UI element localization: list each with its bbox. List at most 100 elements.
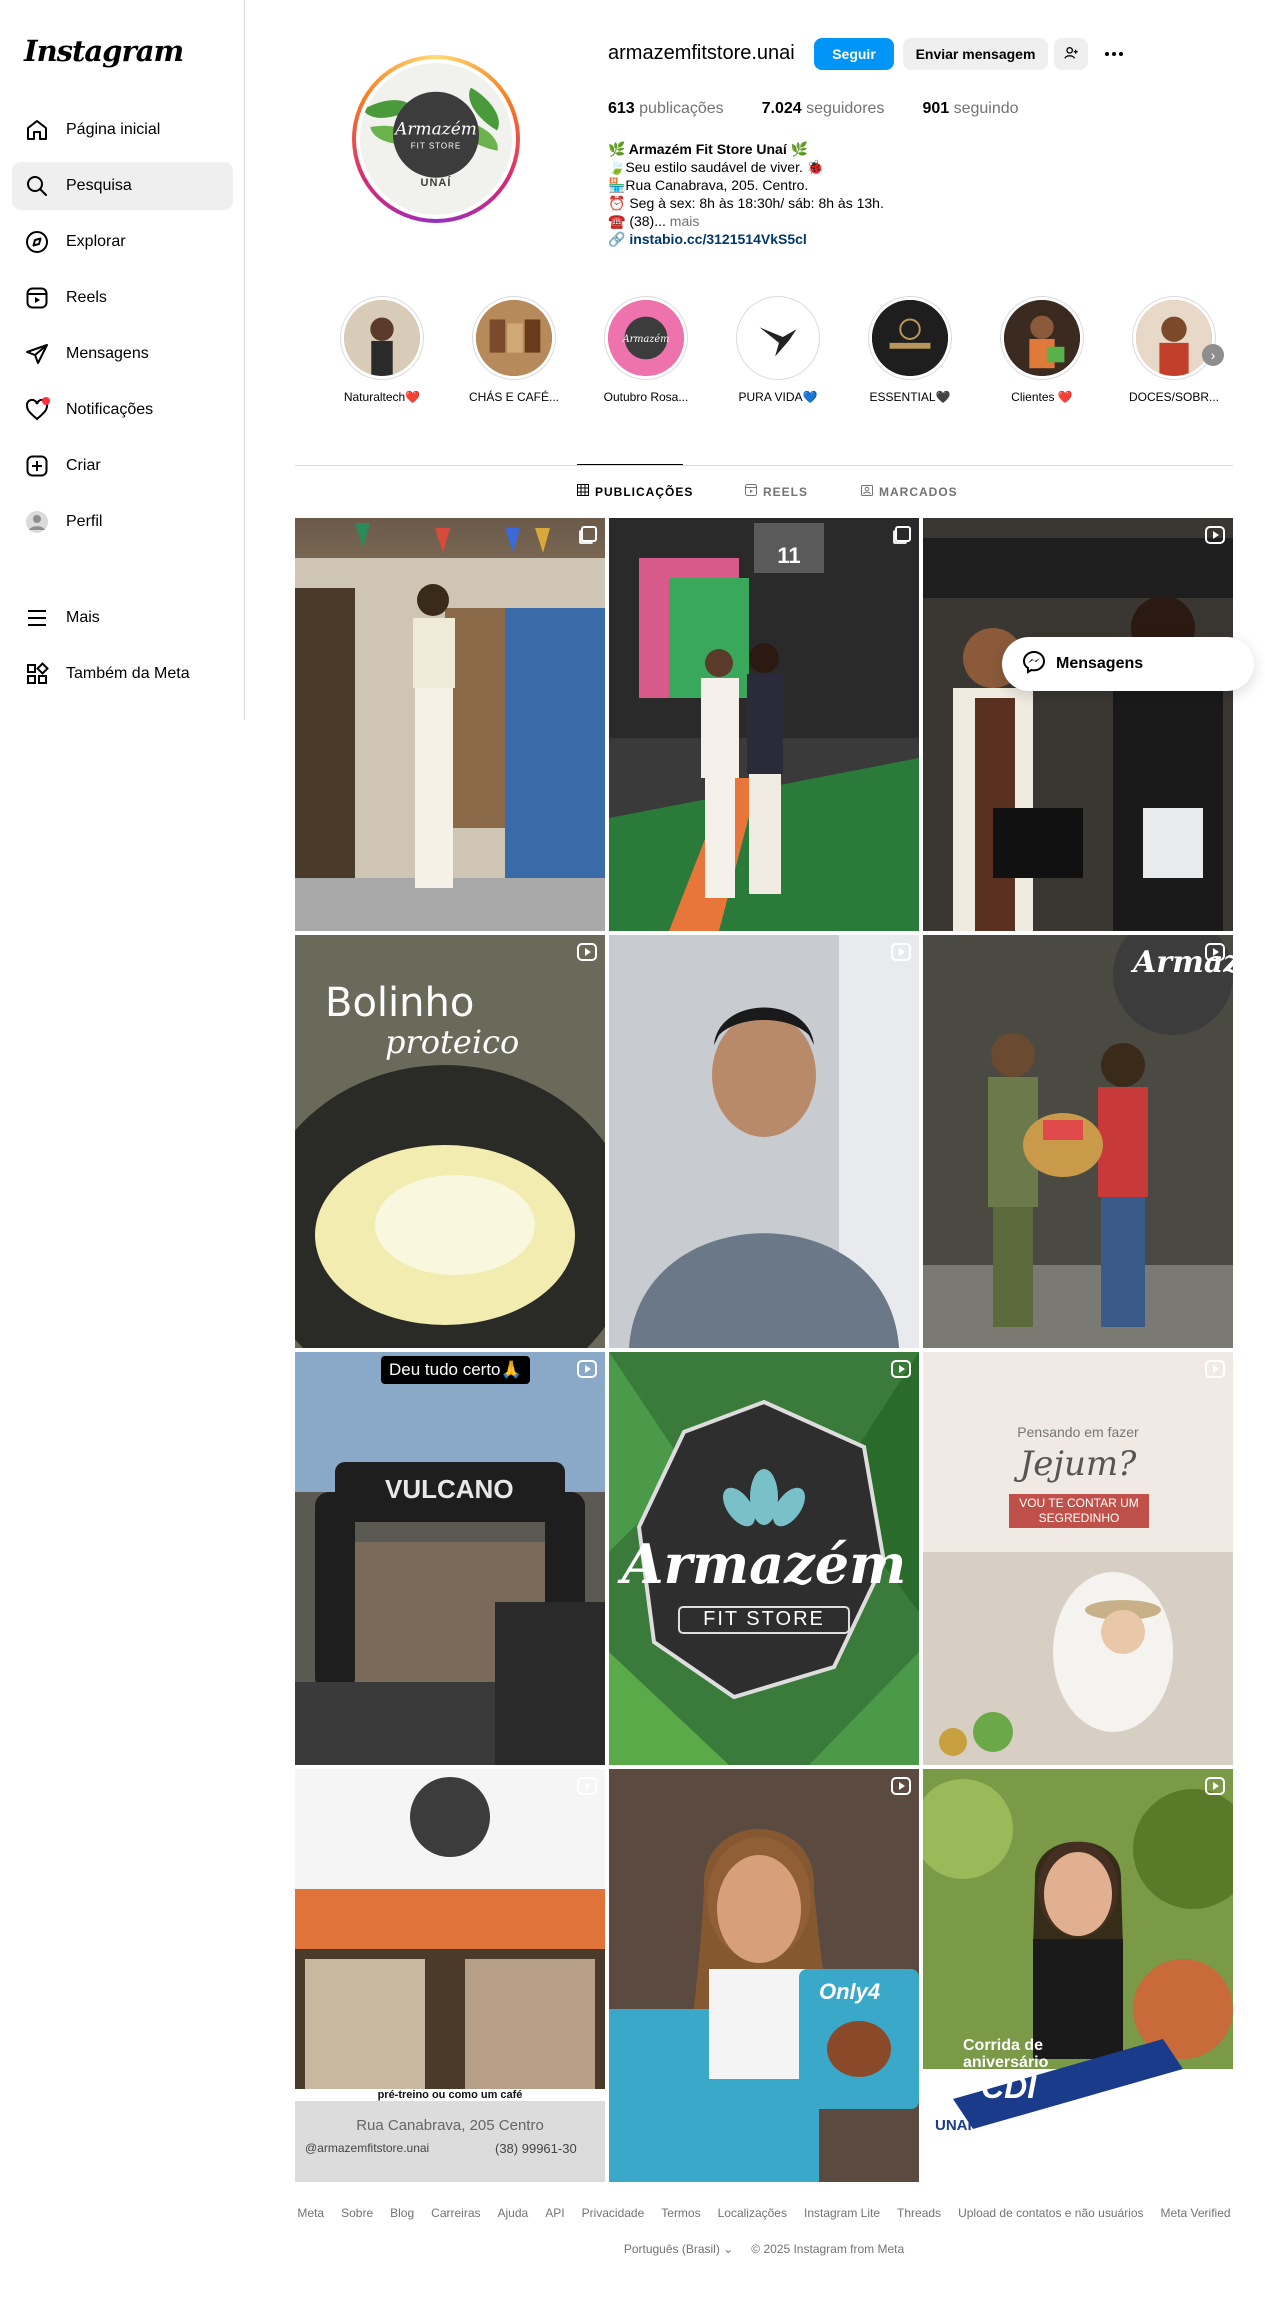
reels-icon	[745, 484, 757, 499]
sidebar-item-also-from-meta[interactable]: Também da Meta	[12, 650, 233, 698]
reel-icon	[1205, 1777, 1225, 1795]
post-thumbnail[interactable]: 11	[609, 518, 919, 931]
post-thumbnail[interactable]: Bolinho proteico	[295, 935, 605, 1348]
options-icon[interactable]	[1102, 42, 1126, 66]
footer-link[interactable]: API	[545, 2206, 564, 2220]
sidebar-item-search[interactable]: Pesquisa	[12, 162, 233, 210]
post-thumbnail[interactable]	[295, 518, 605, 931]
sidebar: Instagram Página inicial Pesquisa Explor…	[0, 0, 245, 720]
post-overlay-address: Rua Canabrava, 205 Centro	[356, 2117, 544, 2134]
suggest-users-button[interactable]	[1054, 38, 1088, 70]
footer-link[interactable]: Meta Verified	[1161, 2206, 1231, 2220]
copyright-text: © 2025 Instagram from Meta	[751, 2242, 905, 2256]
follow-button[interactable]: Seguir	[814, 38, 894, 70]
post-thumbnail[interactable]: pré-treino ou como um café Rua Canabrava…	[295, 1769, 605, 2182]
footer-link[interactable]: Upload de contatos e não usuários	[958, 2206, 1143, 2220]
post-thumbnail[interactable]	[609, 935, 919, 1348]
store-logo: Armazém FIT STORE	[393, 91, 479, 178]
bio-line: 🏪Rua Canabrava, 205. Centro.	[608, 177, 809, 193]
sidebar-item-label: Também da Meta	[66, 665, 190, 682]
post-overlay-caption: pré-treino ou como um café	[295, 2089, 605, 2101]
send-message-button[interactable]: Enviar mensagem	[903, 38, 1048, 70]
footer-link[interactable]: Ajuda	[498, 2206, 529, 2220]
highlight-item[interactable]: Naturaltech❤️	[337, 296, 427, 404]
footer-link[interactable]: Instagram Lite	[804, 2206, 880, 2220]
instagram-logo[interactable]: Instagram	[24, 34, 184, 68]
sidebar-item-home[interactable]: Página inicial	[12, 106, 233, 154]
post-overlay-text: Pensando em fazer	[1017, 1424, 1139, 1440]
post-thumbnail[interactable]: Only4	[609, 1769, 919, 2182]
profile-avatar[interactable]: Armazém FIT STORE UNAÍ	[352, 55, 520, 223]
post-overlay-brand: CDI	[981, 2069, 1037, 2105]
followers-stat[interactable]: 7.024 seguidores	[762, 100, 885, 118]
highlight-item[interactable]: ESSENTIAL🖤	[865, 296, 955, 404]
plus-square-icon	[24, 453, 50, 479]
post-thumbnail[interactable]: Armazém	[923, 935, 1233, 1348]
sidebar-item-create[interactable]: Criar	[12, 442, 233, 490]
tab-posts[interactable]: PUBLICAÇÕES	[577, 484, 693, 499]
footer-link[interactable]: Localizações	[718, 2206, 787, 2220]
bio-line: ☎️ (38)... mais	[608, 213, 700, 229]
footer-link[interactable]: Blog	[390, 2206, 414, 2220]
profile-bio: 🌿 Armazém Fit Store Unaí 🌿 🍃Seu estilo s…	[608, 140, 1028, 248]
posts-stat[interactable]: 613 publicações	[608, 100, 724, 118]
post-overlay-tag: VOU TE CONTAR UM SEGREDINHO	[1009, 1494, 1149, 1528]
sidebar-item-explore[interactable]: Explorar	[12, 218, 233, 266]
bio-link-row[interactable]: 🔗 instabio.cc/3121514VkS5cl	[608, 230, 1028, 248]
sidebar-item-reels[interactable]: Reels	[12, 274, 233, 322]
sidebar-item-label: Perfil	[66, 513, 103, 530]
footer-link[interactable]: Privacidade	[582, 2206, 645, 2220]
carousel-icon	[895, 526, 911, 542]
post-overlay-subtitle: FIT STORE	[703, 1608, 825, 1630]
sidebar-item-messages[interactable]: Mensagens	[12, 330, 233, 378]
reel-icon	[1205, 1360, 1225, 1378]
active-tab-indicator	[577, 464, 683, 465]
footer-link[interactable]: Sobre	[341, 2206, 373, 2220]
highlight-label: ESSENTIAL🖤	[869, 390, 951, 404]
footer-link[interactable]: Threads	[897, 2206, 941, 2220]
footer-link[interactable]: Carreiras	[431, 2206, 480, 2220]
reel-icon	[1205, 526, 1225, 544]
bio-link[interactable]: instabio.cc/3121514VkS5cl	[629, 231, 806, 247]
profile-stats: 613 publicações 7.024 seguidores 901 seg…	[608, 100, 1019, 118]
post-thumbnail[interactable]: Deu tudo certo🙏 VULCANO	[295, 1352, 605, 1765]
floating-messages-button[interactable]: Mensagens	[1002, 637, 1254, 691]
post-thumbnail[interactable]: Armazém FIT STORE	[609, 1352, 919, 1765]
sidebar-item-label: Pesquisa	[66, 177, 132, 194]
highlight-label: PURA VIDA💙	[738, 390, 818, 404]
reel-icon	[577, 1777, 597, 1795]
chevron-right-icon[interactable]: ›	[1202, 344, 1224, 366]
bio-more-link[interactable]: mais	[670, 213, 700, 229]
language-selector[interactable]: Português (Brasil) ⌄	[624, 2242, 733, 2256]
reel-icon	[1205, 943, 1225, 961]
footer-meta: Português (Brasil) ⌄ © 2025 Instagram fr…	[295, 2242, 1233, 2256]
highlight-cover	[740, 300, 816, 376]
highlight-item[interactable]: PURA VIDA💙	[733, 296, 823, 404]
following-stat[interactable]: 901 seguindo	[922, 100, 1018, 118]
highlight-item[interactable]: Clientes ❤️	[997, 296, 1087, 404]
post-thumbnail[interactable]: Corrida de aniversário CDI UNAÍ	[923, 1769, 1233, 2182]
post-thumbnail[interactable]: Pensando em fazer Jejum? VOU TE CONTAR U…	[923, 1352, 1233, 1765]
post-overlay-brand: VULCANO	[385, 1474, 514, 1504]
bio-name: 🌿 Armazém Fit Store Unaí 🌿	[608, 141, 809, 157]
posts-grid: 11 Bolinho proteico Arma Deu tudo certo🙏…	[295, 518, 1233, 2182]
highlight-item[interactable]: Armazém Outubro Rosa...	[601, 296, 691, 404]
post-thumbnail[interactable]	[923, 518, 1233, 931]
reels-icon	[24, 285, 50, 311]
profile-username: armazemfitstore.unai	[608, 42, 795, 64]
highlight-label: Clientes ❤️	[1011, 390, 1073, 404]
heart-icon	[24, 397, 50, 423]
footer-links: Meta Sobre Blog Carreiras Ajuda API Priv…	[295, 2206, 1233, 2220]
tab-tagged[interactable]: MARCADOS	[861, 484, 958, 499]
sidebar-item-label: Página inicial	[66, 121, 161, 138]
sidebar-item-profile[interactable]: Perfil	[12, 498, 233, 546]
post-overlay-city: UNAÍ	[935, 2117, 972, 2134]
sidebar-item-more[interactable]: Mais	[12, 594, 233, 642]
highlight-item[interactable]: CHÁS E CAFÉ...	[469, 296, 559, 404]
post-overlay-brand: Only4	[819, 1979, 881, 2004]
footer-link[interactable]: Termos	[661, 2206, 700, 2220]
footer-link[interactable]: Meta	[297, 2206, 324, 2220]
tab-reels[interactable]: REELS	[745, 484, 808, 499]
sidebar-item-notifications[interactable]: Notificações	[12, 386, 233, 434]
post-caption-sticker: Deu tudo certo🙏	[381, 1356, 530, 1384]
